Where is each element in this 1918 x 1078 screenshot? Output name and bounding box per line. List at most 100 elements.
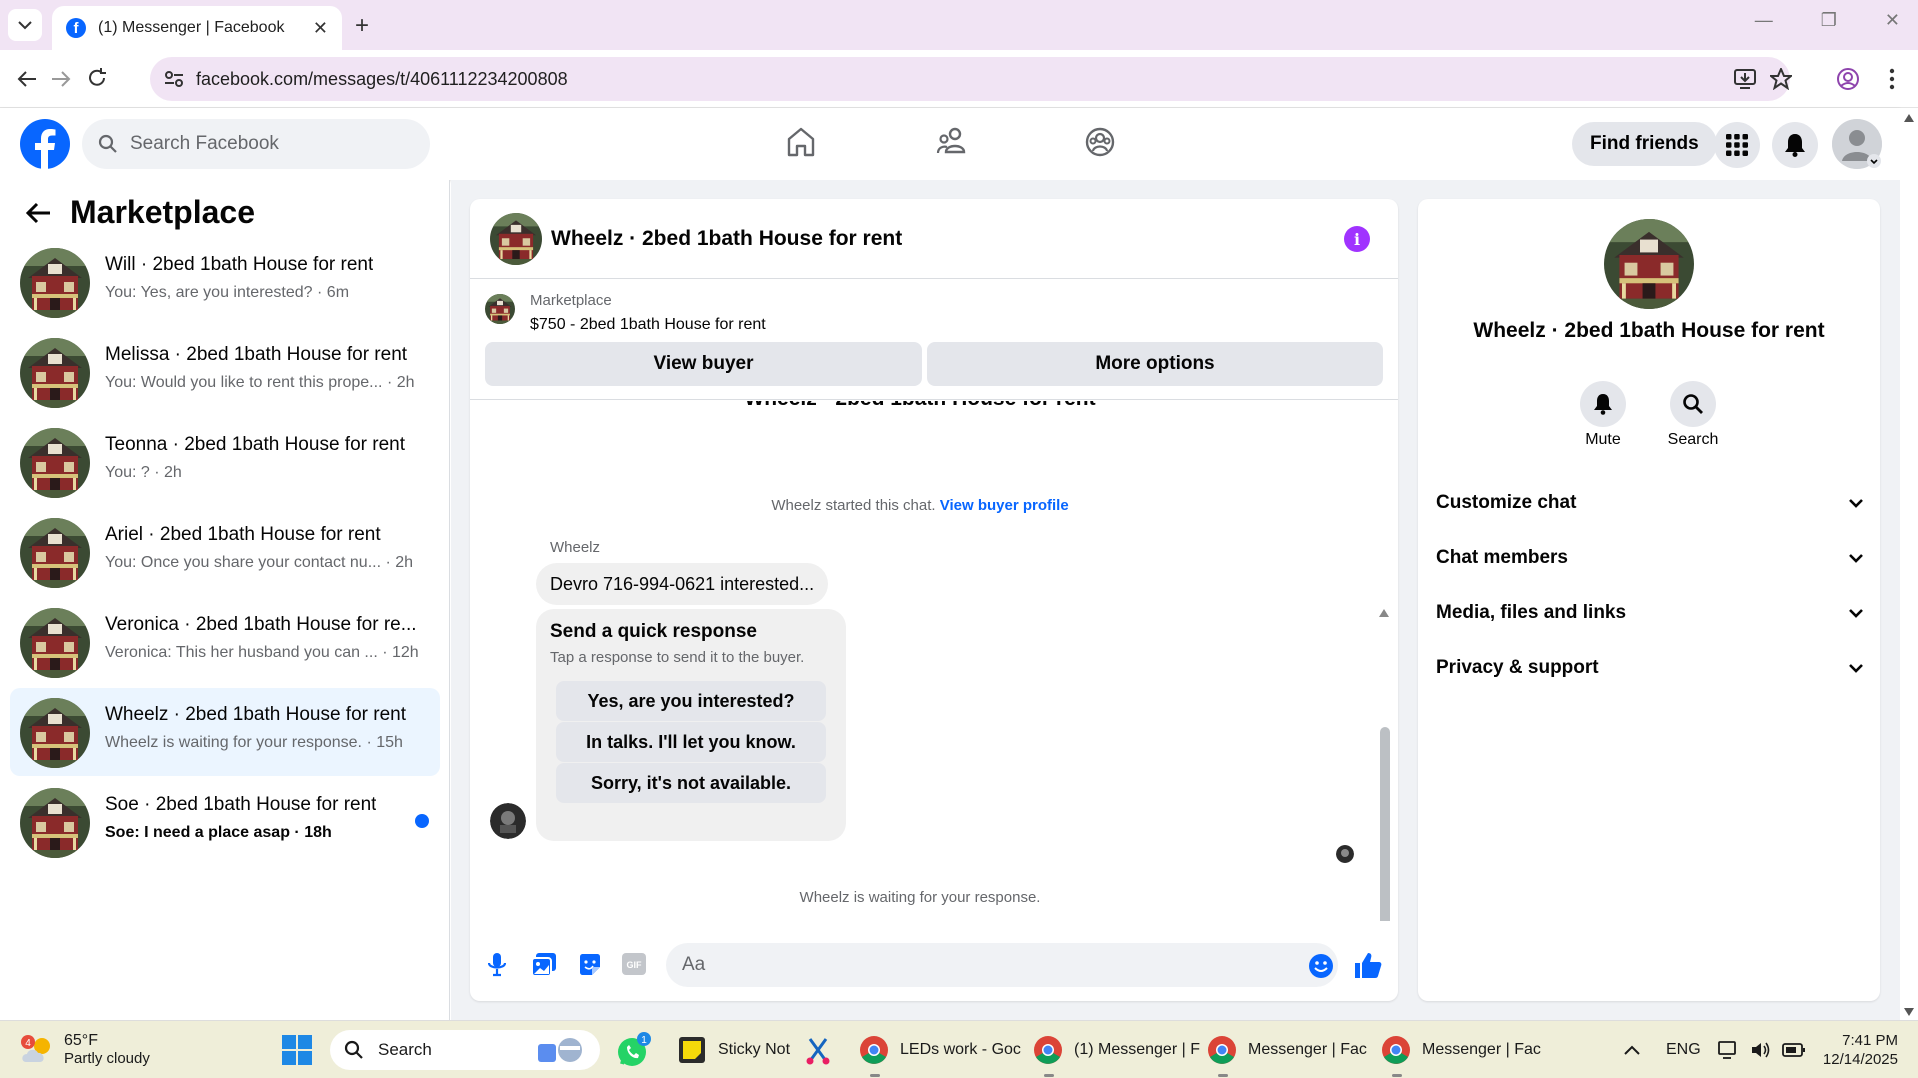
conversation-item[interactable]: Wheelz · 2bed 1bath House for rent Wheelz…: [10, 688, 440, 776]
clock[interactable]: 7:41 PM 12/14/2025: [1818, 1021, 1898, 1078]
scroll-down-icon[interactable]: [1904, 1008, 1914, 1016]
taskbar-sticky-notes[interactable]: Sticky Not: [676, 1021, 790, 1078]
taskbar-chrome-messenger-1[interactable]: (1) Messenger | F: [1032, 1021, 1200, 1078]
window-controls: — ❐ ✕: [1755, 10, 1900, 31]
notifications-button[interactable]: [1772, 122, 1818, 168]
minimize-icon[interactable]: —: [1755, 10, 1773, 31]
taskbar-search[interactable]: Search: [330, 1030, 600, 1070]
chat-started-text: Wheelz started this chat.: [771, 497, 936, 514]
conversation-item[interactable]: Soe · 2bed 1bath House for rent Soe: I ne…: [10, 778, 440, 866]
sender-avatar: [490, 803, 526, 839]
restore-icon[interactable]: ❐: [1821, 10, 1837, 31]
quick-response-option[interactable]: Sorry, it's not available.: [556, 763, 826, 803]
new-tab-button[interactable]: +: [355, 12, 369, 40]
taskbar-chrome-messenger-3[interactable]: Messenger | Fac: [1380, 1021, 1541, 1078]
gif-icon[interactable]: GIF: [622, 953, 646, 975]
quick-response-option[interactable]: Yes, are you interested?: [556, 681, 826, 721]
page-scrollbar[interactable]: [1900, 108, 1918, 1020]
conversation-item[interactable]: Ariel · 2bed 1bath House for rent You: On…: [10, 508, 440, 596]
marketplace-listing-bar: Marketplace $750 - 2bed 1bath House for …: [470, 280, 1398, 400]
weather-widget[interactable]: 4 65°F Partly cloudy: [20, 1021, 150, 1078]
quick-response-option[interactable]: In talks. I'll let you know.: [556, 722, 826, 762]
menu-button[interactable]: [1714, 122, 1760, 168]
bookmark-star-icon[interactable]: [1770, 68, 1792, 90]
browser-tab[interactable]: f (1) Messenger | Facebook ✕: [52, 6, 342, 50]
chat-avatar[interactable]: [490, 213, 542, 265]
show-hidden-icons[interactable]: [1624, 1021, 1640, 1078]
conversation-item[interactable]: Teonna · 2bed 1bath House for rent You: ?…: [10, 418, 440, 506]
info-section-toggle[interactable]: Chat members: [1436, 536, 1864, 580]
battery-icon: [1782, 1043, 1805, 1057]
info-section-toggle[interactable]: Customize chat: [1436, 481, 1864, 525]
mute-button[interactable]: [1580, 381, 1626, 427]
conversation-item[interactable]: Will · 2bed 1bath House for rent You: Yes…: [10, 238, 440, 326]
browser-menu-icon[interactable]: [1888, 67, 1896, 91]
site-settings-icon[interactable]: [164, 70, 184, 88]
scroll-up-icon[interactable]: [1904, 114, 1914, 122]
grid-menu-icon: [1726, 134, 1748, 156]
language-indicator[interactable]: ENG: [1666, 1021, 1701, 1078]
taskbar-chrome-messenger-2[interactable]: Messenger | Fac: [1206, 1021, 1367, 1078]
home-icon[interactable]: [786, 126, 816, 158]
more-options-button[interactable]: More options: [927, 342, 1383, 386]
taskbar-chrome-leds[interactable]: LEDs work - Goc: [858, 1021, 1021, 1078]
bell-icon: [1594, 394, 1612, 415]
close-window-icon[interactable]: ✕: [1885, 10, 1900, 31]
forward-arrow-icon[interactable]: [50, 69, 72, 89]
taskbar-app-label: Messenger | Fac: [1422, 1041, 1541, 1058]
listing-thumbnail[interactable]: [485, 294, 515, 324]
info-icon[interactable]: i: [1344, 226, 1370, 252]
conversation-item[interactable]: Veronica · 2bed 1bath House for re... Ver…: [10, 598, 440, 686]
emoji-icon[interactable]: [1308, 953, 1334, 979]
groups-icon[interactable]: [1084, 126, 1116, 158]
conversation-item[interactable]: Melissa · 2bed 1bath House for rent You: …: [10, 328, 440, 416]
clock-time: 7:41 PM: [1842, 1032, 1898, 1049]
tab-search-dropdown[interactable]: [8, 9, 42, 41]
listing-title[interactable]: $750 - 2bed 1bath House for rent: [530, 316, 766, 334]
view-buyer-profile-link[interactable]: View buyer profile: [940, 497, 1069, 514]
system-tray[interactable]: [1718, 1021, 1806, 1078]
scroll-up-icon[interactable]: [1379, 609, 1389, 617]
friends-icon[interactable]: [936, 126, 968, 158]
scrollbar-thumb[interactable]: [1380, 727, 1390, 921]
view-buyer-button[interactable]: View buyer: [485, 342, 922, 386]
start-button[interactable]: [282, 1021, 312, 1078]
info-section-toggle[interactable]: Media, files and links: [1436, 591, 1864, 635]
address-bar[interactable]: facebook.com/messages/t/4061112234200808: [150, 57, 1792, 101]
microphone-icon[interactable]: [488, 953, 506, 977]
facebook-search-input[interactable]: [130, 133, 390, 155]
conversation-avatar: [20, 248, 90, 318]
chevron-down-icon: [1849, 609, 1863, 618]
back-arrow-icon[interactable]: [16, 69, 38, 89]
facebook-logo-icon[interactable]: [20, 119, 70, 169]
conversation-avatar: [20, 428, 90, 498]
facebook-search[interactable]: [82, 119, 430, 169]
account-avatar[interactable]: [1832, 119, 1882, 169]
waiting-notice: Wheelz is waiting for your response.: [799, 889, 1041, 906]
profile-avatar[interactable]: [1604, 219, 1694, 309]
message-thread: Wheelz · 2bed 1bath House for rent Wheel…: [470, 401, 1398, 921]
thumbs-up-icon[interactable]: [1354, 951, 1382, 979]
message-bubble[interactable]: Devro 716-994-0621 interested...: [536, 563, 829, 605]
taskbar-snipping-tool[interactable]: [804, 1021, 834, 1078]
profile-icon[interactable]: [1836, 67, 1860, 91]
search-chat-button[interactable]: [1670, 381, 1716, 427]
install-app-icon[interactable]: [1734, 69, 1756, 89]
close-tab-icon[interactable]: ✕: [313, 18, 328, 39]
chat-title[interactable]: Wheelz · 2bed 1bath House for rent: [551, 227, 902, 251]
sender-name: Wheelz: [550, 539, 601, 556]
message-input[interactable]: [666, 943, 1338, 987]
conversation-name: Ariel · 2bed 1bath House for rent: [105, 524, 381, 545]
back-arrow-icon[interactable]: [26, 202, 52, 224]
sticker-icon[interactable]: [578, 953, 602, 977]
search-icon: [344, 1040, 363, 1059]
conversation-avatar: [20, 338, 90, 408]
find-friends-button[interactable]: Find friends: [1572, 122, 1717, 166]
info-section-toggle[interactable]: Privacy & support: [1436, 646, 1864, 690]
whatsapp-taskbar-icon[interactable]: 1: [616, 1021, 652, 1078]
chrome-icon: [1032, 1034, 1064, 1066]
photo-gallery-icon[interactable]: [532, 953, 556, 977]
conversation-name: Veronica · 2bed 1bath House for re...: [105, 614, 417, 635]
chrome-icon: [1206, 1034, 1238, 1066]
reload-icon[interactable]: [86, 67, 108, 89]
